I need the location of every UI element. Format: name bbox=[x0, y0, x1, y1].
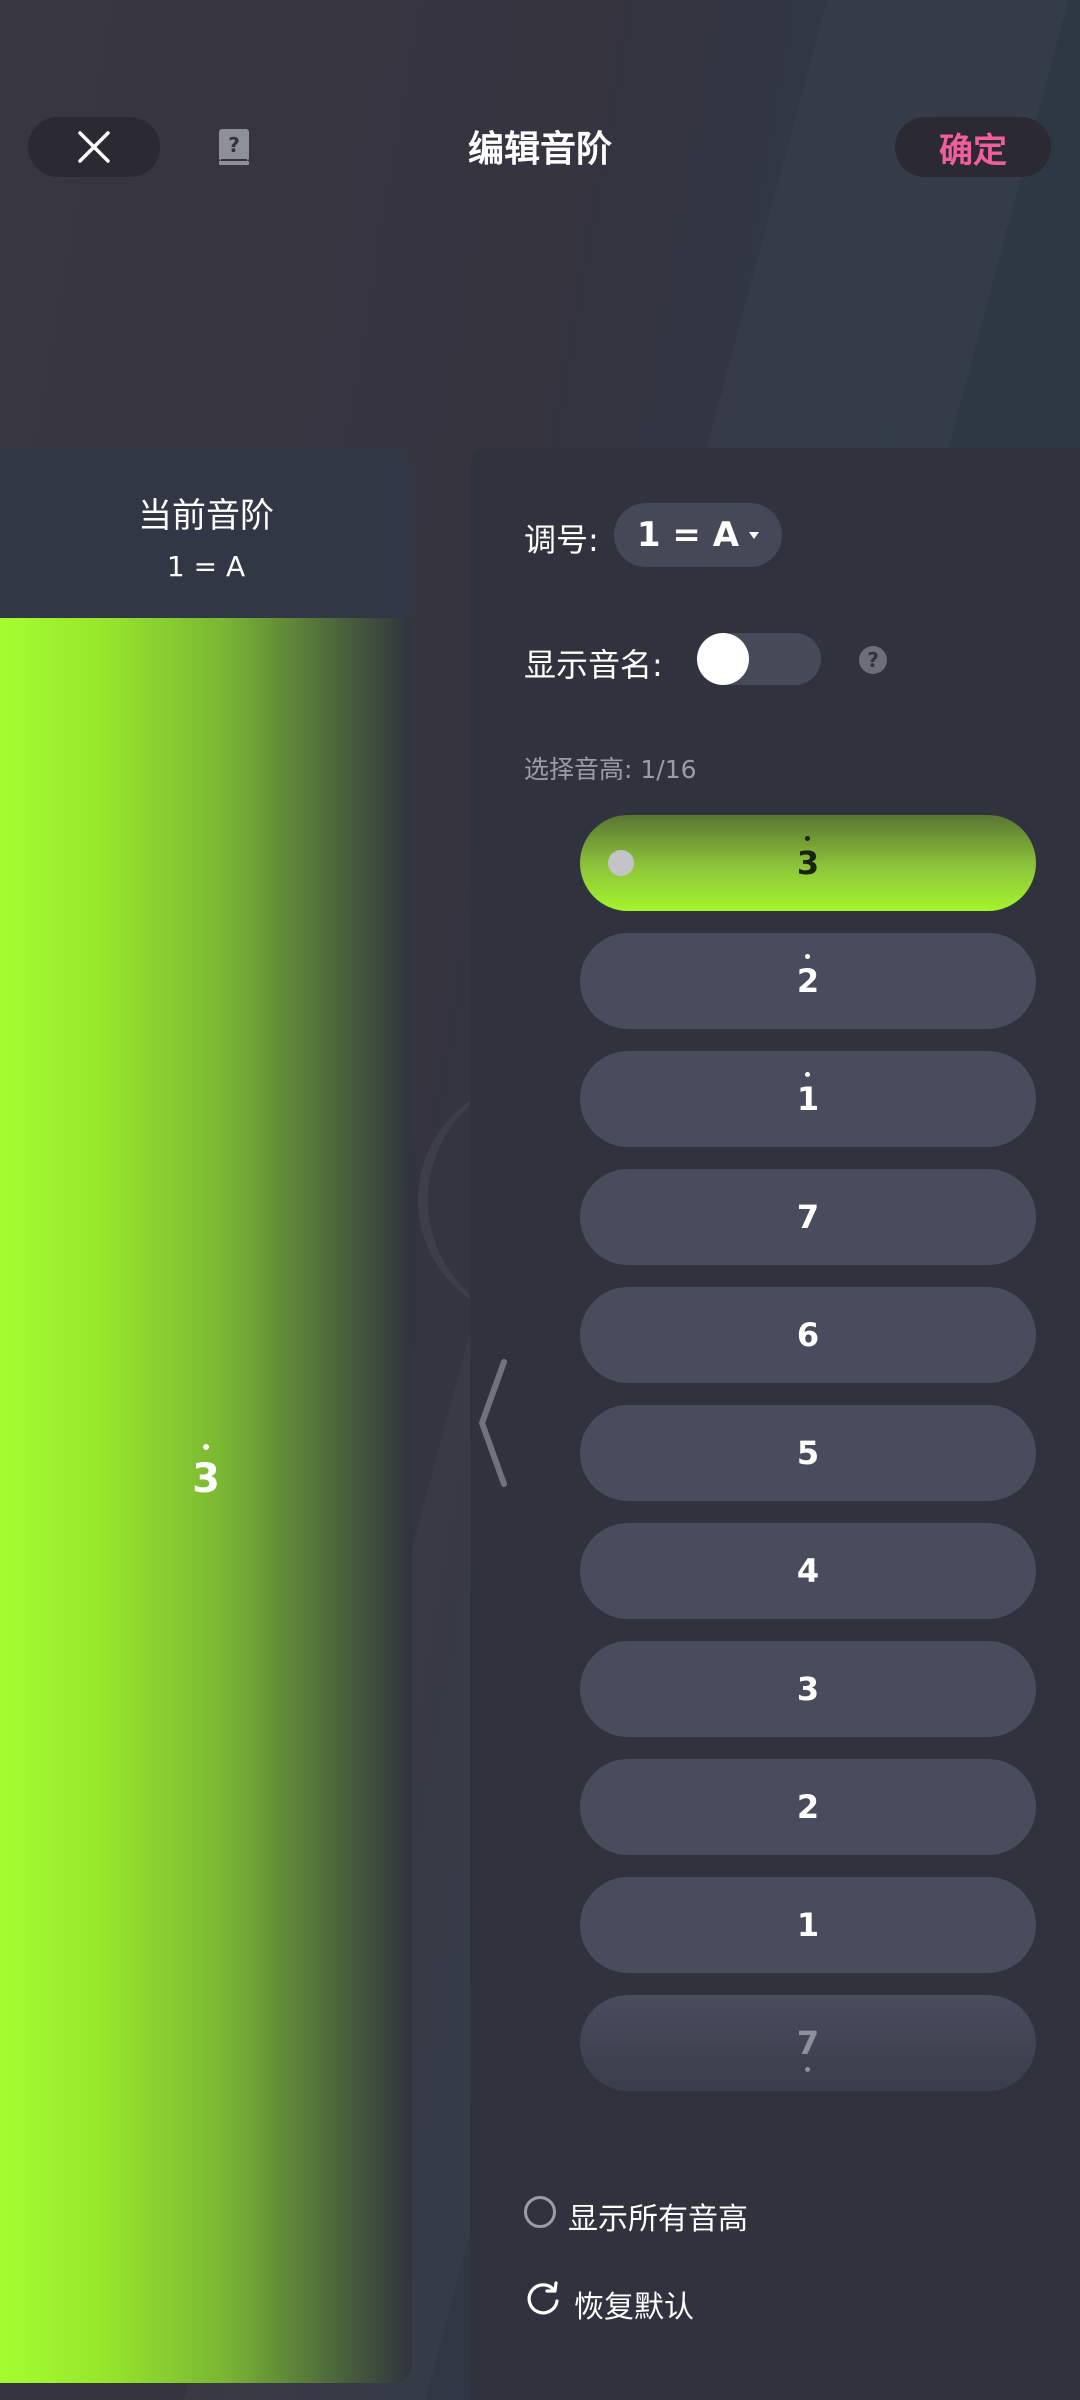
current-scale-panel: 当前音阶 1 = A bbox=[0, 448, 412, 2383]
reset-icon[interactable] bbox=[524, 2280, 562, 2318]
show-names-label: 显示音名: bbox=[524, 646, 663, 684]
caret-down-icon bbox=[749, 531, 760, 539]
current-note: 3 bbox=[176, 1444, 236, 1502]
reset-default-label[interactable]: 恢复默认 bbox=[574, 2282, 694, 2326]
pitch-item[interactable]: 4 bbox=[580, 1523, 1036, 1619]
pitch-note-text: 3 bbox=[796, 844, 820, 882]
pitch-note: 5 bbox=[797, 1434, 819, 1472]
confirm-button[interactable]: 确定 bbox=[895, 117, 1051, 177]
show-all-radio[interactable] bbox=[524, 2196, 556, 2228]
pitch-item[interactable]: 1 bbox=[580, 1051, 1036, 1147]
pitch-note: 3 bbox=[797, 1670, 819, 1708]
pitch-note: 2 bbox=[796, 954, 820, 1000]
pitch-count-label: 选择音高: 1/16 bbox=[524, 755, 697, 784]
pitch-item[interactable]: 3 bbox=[580, 815, 1036, 911]
pitch-item[interactable]: 1 bbox=[580, 1877, 1036, 1973]
current-scale-header: 当前音阶 1 = A bbox=[0, 448, 412, 618]
show-all-label[interactable]: 显示所有音高 bbox=[568, 2194, 748, 2238]
pitch-note-text: 2 bbox=[796, 1788, 820, 1826]
pitch-note: 3 bbox=[796, 836, 820, 882]
pitch-note-text: 4 bbox=[796, 1552, 820, 1590]
low-octave-dot bbox=[804, 2067, 810, 2072]
pitch-item[interactable]: 7 bbox=[580, 1995, 1036, 2091]
pitch-note: 1 bbox=[797, 1906, 819, 1944]
pitch-item[interactable]: 6 bbox=[580, 1287, 1036, 1383]
pitch-item[interactable]: 2 bbox=[580, 1759, 1036, 1855]
high-octave-dot bbox=[804, 1072, 810, 1077]
pitch-note-text: 1 bbox=[796, 1906, 820, 1944]
key-select[interactable]: 1 = A bbox=[614, 503, 782, 567]
pitch-item[interactable]: 2 bbox=[580, 933, 1036, 1029]
pitch-note-text: 1 bbox=[796, 1080, 820, 1118]
pitch-note-text: 6 bbox=[796, 1316, 820, 1354]
pitch-note: 2 bbox=[797, 1788, 819, 1826]
pitch-note-text: 2 bbox=[796, 962, 820, 1000]
help-circle-icon[interactable]: ? bbox=[859, 646, 887, 674]
toggle-knob bbox=[697, 633, 749, 685]
pitch-note-text: 5 bbox=[796, 1434, 820, 1472]
current-note-number: 3 bbox=[192, 1456, 220, 1502]
high-octave-dot bbox=[203, 1444, 209, 1450]
pitch-note: 1 bbox=[796, 1072, 820, 1118]
pitch-note-text: 7 bbox=[796, 2024, 820, 2062]
pitch-note: 4 bbox=[797, 1552, 819, 1590]
show-names-toggle[interactable] bbox=[697, 633, 821, 685]
current-scale-title: 当前音阶 bbox=[138, 496, 274, 536]
pitch-note: 7 bbox=[796, 2024, 820, 2072]
pitch-note: 6 bbox=[797, 1316, 819, 1354]
high-octave-dot bbox=[804, 954, 810, 959]
pitch-item[interactable]: 7 bbox=[580, 1169, 1036, 1265]
pitch-item[interactable]: 3 bbox=[580, 1641, 1036, 1737]
pitch-note: 7 bbox=[797, 1198, 819, 1236]
selected-indicator bbox=[608, 850, 634, 876]
key-select-value: 1 = A bbox=[636, 515, 740, 555]
pitch-item[interactable]: 5 bbox=[580, 1405, 1036, 1501]
pitch-note-text: 3 bbox=[796, 1670, 820, 1708]
collapse-chevron-icon[interactable] bbox=[474, 1358, 514, 1488]
high-octave-dot bbox=[804, 836, 810, 841]
current-scale-key: 1 = A bbox=[166, 550, 246, 583]
key-label: 调号: bbox=[524, 521, 599, 559]
pitch-note-text: 7 bbox=[796, 1198, 820, 1236]
